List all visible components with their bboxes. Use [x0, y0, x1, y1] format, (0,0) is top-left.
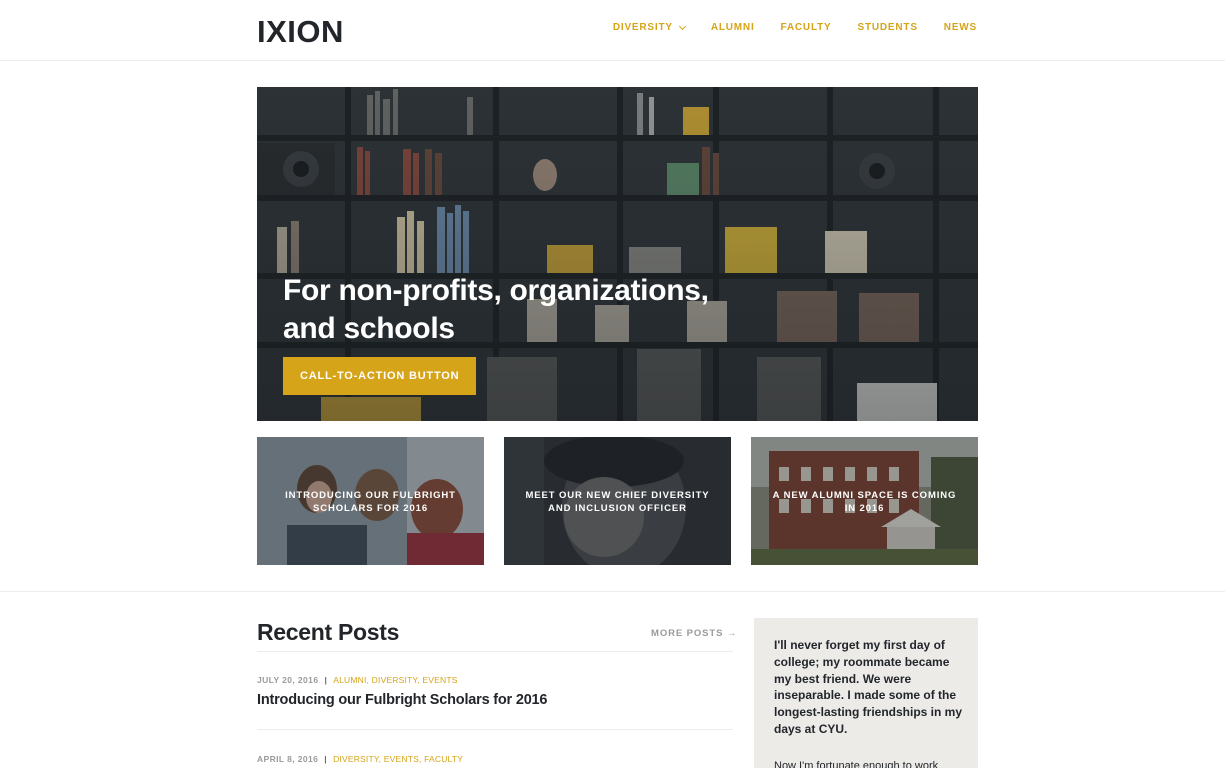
- post-categories[interactable]: ALUMNI, DIVERSITY, EVENTS: [333, 675, 457, 685]
- section-divider: [0, 591, 1225, 592]
- post-date: APRIL 8, 2016: [257, 754, 319, 764]
- nav-item-label: DIVERSITY: [612, 22, 673, 33]
- post-meta: APRIL 8, 2016 | DIVERSITY, EVENTS, FACUL…: [257, 754, 463, 764]
- main-nav: DIVERSITY ALUMNI FACULTY STUDENTS NEWS: [613, 22, 977, 33]
- site-header: IXION DIVERSITY ALUMNI FACULTY STUDENTS …: [0, 0, 1225, 61]
- post-date: JULY 20, 2016: [257, 675, 319, 685]
- more-posts-link[interactable]: MORE POSTS →: [651, 628, 737, 639]
- card-title: MEET OUR NEW CHIEF DIVERSITY AND INCLUSI…: [525, 490, 710, 514]
- feature-card-alumni-space[interactable]: A NEW ALUMNI SPACE IS COMING IN 2016: [751, 437, 978, 565]
- post-rule: [257, 729, 733, 730]
- feature-card-diversity-officer[interactable]: MEET OUR NEW CHIEF DIVERSITY AND INCLUSI…: [504, 437, 731, 565]
- call-to-action-button[interactable]: CALL-TO-ACTION BUTTON: [283, 357, 477, 395]
- post-meta: JULY 20, 2016 | ALUMNI, DIVERSITY, EVENT…: [257, 675, 458, 685]
- hero-title: For non-profits, organizations, and scho…: [283, 274, 709, 345]
- meta-separator: |: [324, 675, 328, 685]
- heading-rule: [257, 651, 733, 652]
- testimonial-quote: I'll never forget my first day of colleg…: [774, 638, 963, 736]
- site-logo[interactable]: IXION: [257, 14, 344, 50]
- card-title: A NEW ALUMNI SPACE IS COMING IN 2016: [772, 490, 957, 514]
- nav-item-news[interactable]: NEWS: [944, 22, 977, 33]
- meta-separator: |: [324, 754, 328, 764]
- nav-item-faculty[interactable]: FACULTY: [781, 22, 832, 33]
- hero-banner: For non-profits, organizations, and scho…: [257, 87, 978, 421]
- feature-card-fulbright[interactable]: INTRODUCING OUR FULBRIGHT SCHOLARS FOR 2…: [257, 437, 484, 565]
- card-title: INTRODUCING OUR FULBRIGHT SCHOLARS FOR 2…: [285, 490, 456, 514]
- chevron-down-icon: [678, 22, 686, 30]
- testimonial-box: I'll never forget my first day of colleg…: [754, 618, 978, 768]
- recent-posts-heading: Recent Posts: [257, 619, 400, 645]
- post-title-link[interactable]: Introducing our Fulbright Scholars for 2…: [257, 692, 547, 708]
- nav-item-alumni[interactable]: ALUMNI: [711, 22, 755, 33]
- nav-item-students[interactable]: STUDENTS: [858, 22, 918, 33]
- post-categories[interactable]: DIVERSITY, EVENTS, FACULTY: [333, 754, 463, 764]
- testimonial-continuation: Now I'm fortunate enough to work: [774, 760, 939, 768]
- nav-item-diversity[interactable]: DIVERSITY: [612, 22, 686, 33]
